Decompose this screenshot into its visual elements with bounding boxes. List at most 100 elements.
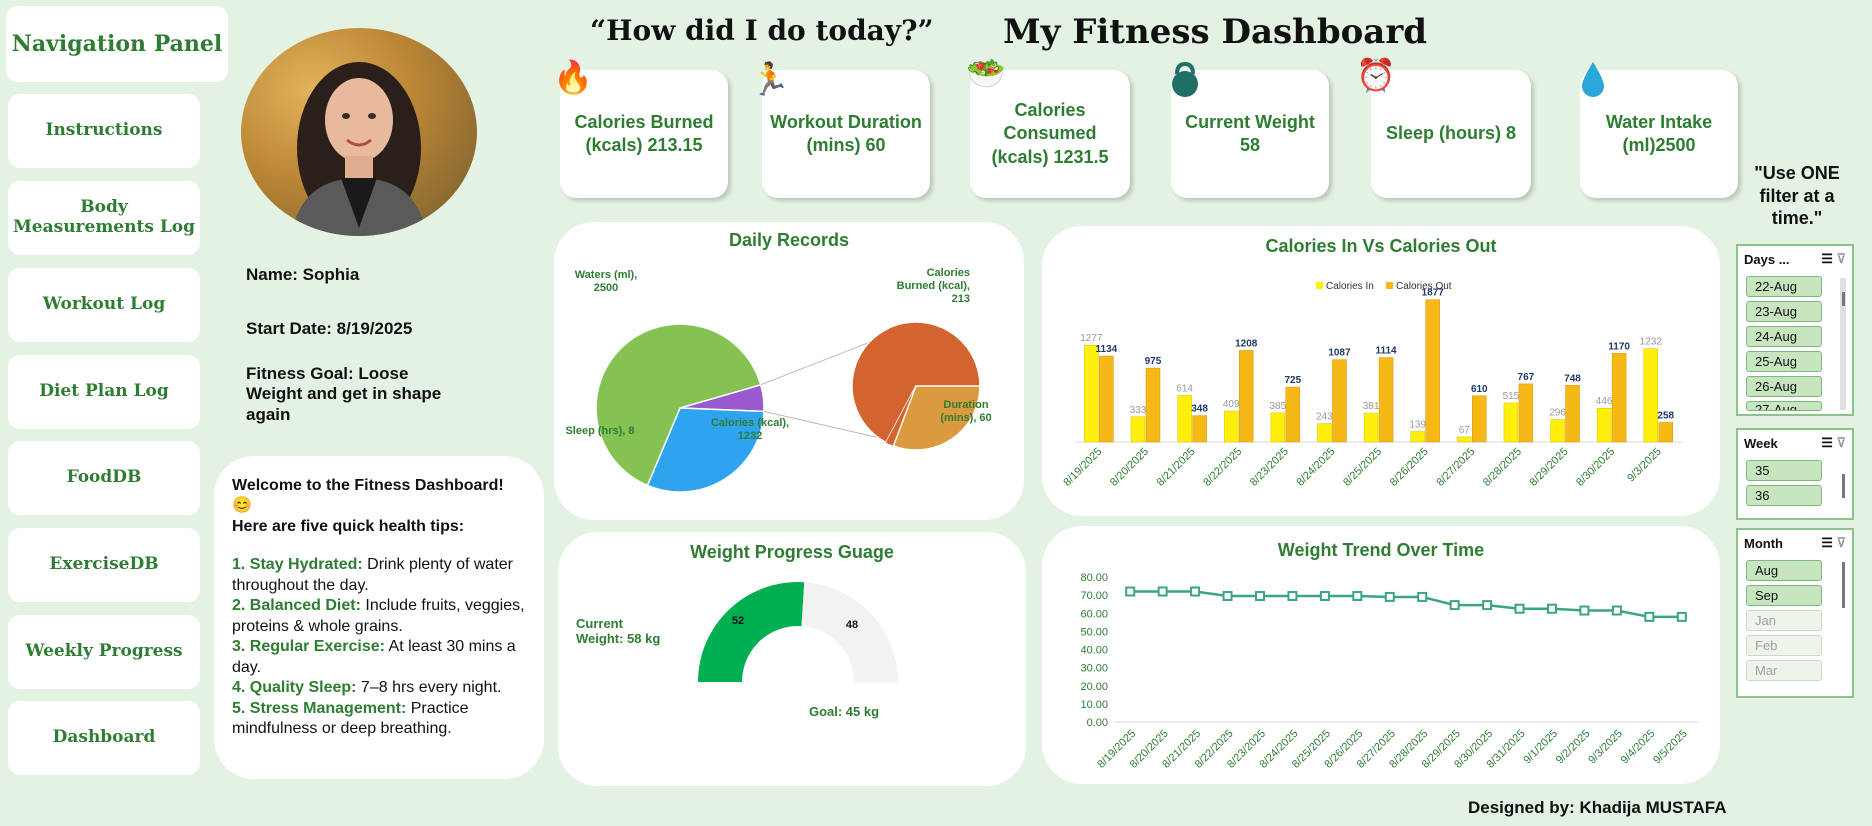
weight-point [1222,591,1233,602]
data-label-calories-out: 1877 [1422,288,1445,299]
x-tick-label: 9/3/2025 [1625,446,1664,485]
days-slicer: Days ... ☰ ⊽ 22-Aug 23-Aug 24-Aug 25-Aug… [1736,244,1854,416]
bar-calories-out [1099,355,1114,443]
slicer-item-days[interactable]: 26-Aug [1746,376,1822,397]
multi-select-icon[interactable]: ☰ [1821,435,1833,450]
profile-name: Name: Sophia [246,265,360,284]
nav-instructions-button[interactable]: Instructions [8,94,200,168]
x-tick-label: 9/5/2025 [1651,728,1690,767]
flame-icon: 🔥 [553,59,593,95]
nav-fooddb-button[interactable]: FoodDB [8,441,200,515]
multi-select-icon[interactable]: ☰ [1821,251,1833,266]
gauge-current-segment [698,582,805,682]
weight-point [1547,603,1557,614]
y-tick-label: 20.00 [1080,681,1108,693]
nav-workout-log-button[interactable]: Workout Log [8,268,200,342]
tips-intro: Welcome to the Fitness Dashboard! 😊 [232,477,504,515]
y-tick-label: 30.00 [1080,663,1108,675]
avatar [241,28,477,236]
week-slicer-title: Week [1744,435,1778,451]
data-label-calories-in: 614 [1176,383,1193,394]
runner-icon: 🏃 [750,61,790,97]
multi-select-icon[interactable]: ☰ [1821,535,1833,550]
slicer-item-month[interactable]: Mar [1746,660,1822,681]
weight-point [1190,586,1201,597]
health-tips-card: Welcome to the Fitness Dashboard! 😊 Here… [214,456,544,779]
tip-item: 5. Stress Management: Practice mindfulne… [232,699,469,738]
nav-dashboard-button[interactable]: Dashboard [8,701,200,775]
weight-trend-line [1130,590,1682,619]
weight-point [1125,586,1136,597]
data-label-calories-out: 1208 [1235,338,1258,349]
weight-point [1644,611,1655,622]
weight-point [1611,605,1622,616]
profile-start-date: Start Date: 8/19/2025 [246,319,413,338]
legend-swatch-calories-in [1316,282,1323,289]
slicer-item-week[interactable]: 35 [1746,460,1822,481]
bar-calories-out [1145,367,1161,443]
month-slicer-scroll-thumb[interactable] [1842,562,1845,608]
x-tick-label: 8/23/2025 [1248,446,1291,489]
navigation-panel-title: Navigation Panel [6,6,228,82]
slicer-item-month[interactable]: Feb [1746,635,1822,656]
profile-goal: Fitness Goal: Loose Weight and get in sh… [246,364,442,424]
bar-calories-out [1565,385,1580,443]
legend-label-calories-in: Calories In [1326,281,1374,292]
bar-calories-in [1503,402,1519,443]
slicer-item-month[interactable]: Sep [1746,585,1822,606]
y-tick-label: 70.00 [1080,590,1108,602]
data-label-calories-out: 1087 [1328,348,1351,359]
week-slicer: Week ☰ ⊽ 35 36 [1736,428,1854,520]
data-label-calories-in: 296 [1549,408,1566,419]
data-label-calories-out: 1170 [1608,341,1630,352]
month-slicer: Month ☰ ⊽ Aug Sep Jan Feb Mar [1736,528,1854,698]
designer-credit: Designed by: Khadija MUSTAFA [1468,798,1727,817]
bar-calories-in [1457,436,1472,443]
gauge-value-current: 52 [732,615,744,627]
x-tick-label: 8/30/2025 [1574,446,1617,489]
x-tick-label: 8/22/2025 [1201,446,1244,489]
slicer-item-days[interactable]: 24-Aug [1746,326,1822,347]
bar-calories-out [1192,415,1207,443]
slicer-item-month[interactable]: Jan [1746,610,1822,631]
gauge-remaining-segment [801,582,898,682]
bar-calories-out [1285,386,1301,443]
kettlebell-icon [1167,61,1203,103]
week-slicer-scroll-thumb[interactable] [1842,474,1845,498]
weight-point [1449,600,1460,611]
pie-label-calories-burned: Calories Burned (kcal), 213 [897,267,970,305]
nav-weekly-progress-button[interactable]: Weekly Progress [8,615,200,689]
data-label-calories-out: 258 [1657,410,1674,421]
bar-calories-in [1410,431,1425,443]
bar-calories-out [1611,353,1627,443]
slicer-item-week[interactable]: 36 [1746,485,1822,506]
weight-point [1579,605,1590,616]
clear-filter-icon[interactable]: ⊽ [1836,251,1846,266]
weight-point [1352,591,1363,602]
data-label-calories-out: 348 [1191,404,1208,415]
bar-calories-out [1238,350,1254,443]
alarm-clock-icon: ⏰ [1356,57,1396,93]
x-tick-label: 9/1/2025 [1521,728,1560,767]
data-label-calories-in: 381 [1363,401,1380,412]
nav-body-measurements-log-button[interactable]: Body Measurements Log [8,181,200,255]
slicer-item-days[interactable]: 23-Aug [1746,301,1822,322]
slicer-item-month[interactable]: Aug [1746,560,1822,581]
clear-filter-icon[interactable]: ⊽ [1836,535,1846,550]
data-label-calories-out: 610 [1471,384,1488,395]
legend-swatch-calories-out [1386,282,1393,289]
gauge-current-label: Current Weight: 58 kg [576,616,660,646]
slicer-item-days[interactable]: 25-Aug [1746,351,1822,372]
days-slicer-title: Days ... [1744,251,1790,267]
nav-exercisedb-button[interactable]: ExerciseDB [8,528,200,602]
weight-trend-line-chart: 0.00 10.00 20.00 30.00 40.00 50.00 60.00 70.00 8… [1080,572,1698,771]
x-tick-label: 8/24/2025 [1294,446,1337,489]
clear-filter-icon[interactable]: ⊽ [1836,435,1846,450]
nav-diet-plan-log-button[interactable]: Diet Plan Log [8,355,200,429]
y-tick-label: 0.00 [1087,717,1108,729]
slicer-item-days[interactable]: 22-Aug [1746,276,1822,297]
slicer-item-days[interactable]: 27-Aug [1746,401,1822,411]
data-label-calories-out: 1114 [1375,346,1397,357]
days-slicer-scroll-thumb[interactable] [1842,292,1845,306]
x-tick-label: 8/20/2025 [1108,446,1151,489]
